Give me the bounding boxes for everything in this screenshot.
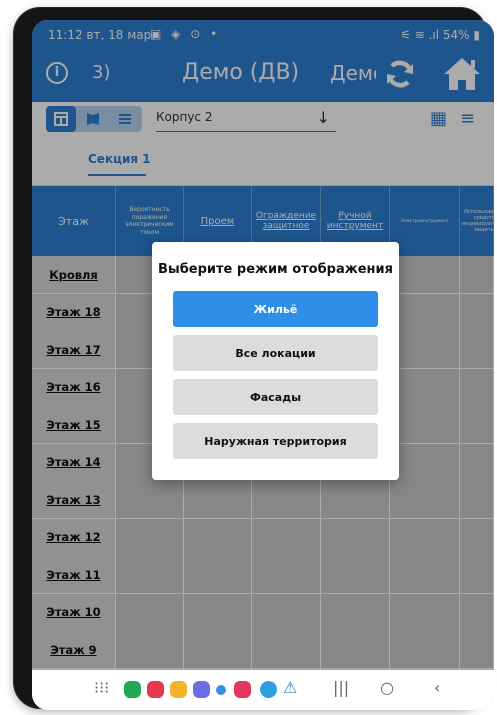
back-icon[interactable]: ‹ [434, 678, 440, 697]
option-housing-button[interactable]: Жильё [173, 291, 378, 327]
option-outdoor-button[interactable]: Наружная территория [173, 423, 378, 459]
home-nav-icon[interactable]: ○ [380, 678, 394, 697]
system-nav-bar: ⁝⁝⁝ ⚠ ||| ○ ‹ [32, 670, 494, 710]
app-shortcut-icon[interactable] [193, 681, 210, 698]
app-shortcut-icon[interactable] [170, 681, 187, 698]
option-all-locations-button[interactable]: Все локации [173, 335, 378, 371]
app-shortcut-icon[interactable] [147, 681, 164, 698]
recents-icon[interactable]: ||| [333, 678, 349, 697]
display-mode-dialog: Выберите режим отображения Жильё Все лок… [152, 242, 399, 480]
dialog-title: Выберите режим отображения [158, 262, 393, 277]
telegram-icon[interactable] [260, 681, 277, 698]
option-facades-button[interactable]: Фасады [173, 379, 378, 415]
app-shortcut-icon[interactable] [234, 681, 251, 698]
screen: 11:12 вт, 18 мар. ▣ ◈ ⊙ • ⚟ ≋ .ıl 54% ▮ … [32, 20, 494, 710]
apps-grid-icon[interactable]: ⁝⁝⁝ [94, 678, 109, 697]
app-shortcut-icon[interactable] [124, 681, 141, 698]
app-shortcut-icon[interactable]: ⚠ [283, 678, 297, 697]
tablet-frame: 11:12 вт, 18 мар. ▣ ◈ ⊙ • ⚟ ≋ .ıl 54% ▮ … [14, 8, 494, 710]
app-shortcut-icon[interactable] [216, 685, 226, 695]
